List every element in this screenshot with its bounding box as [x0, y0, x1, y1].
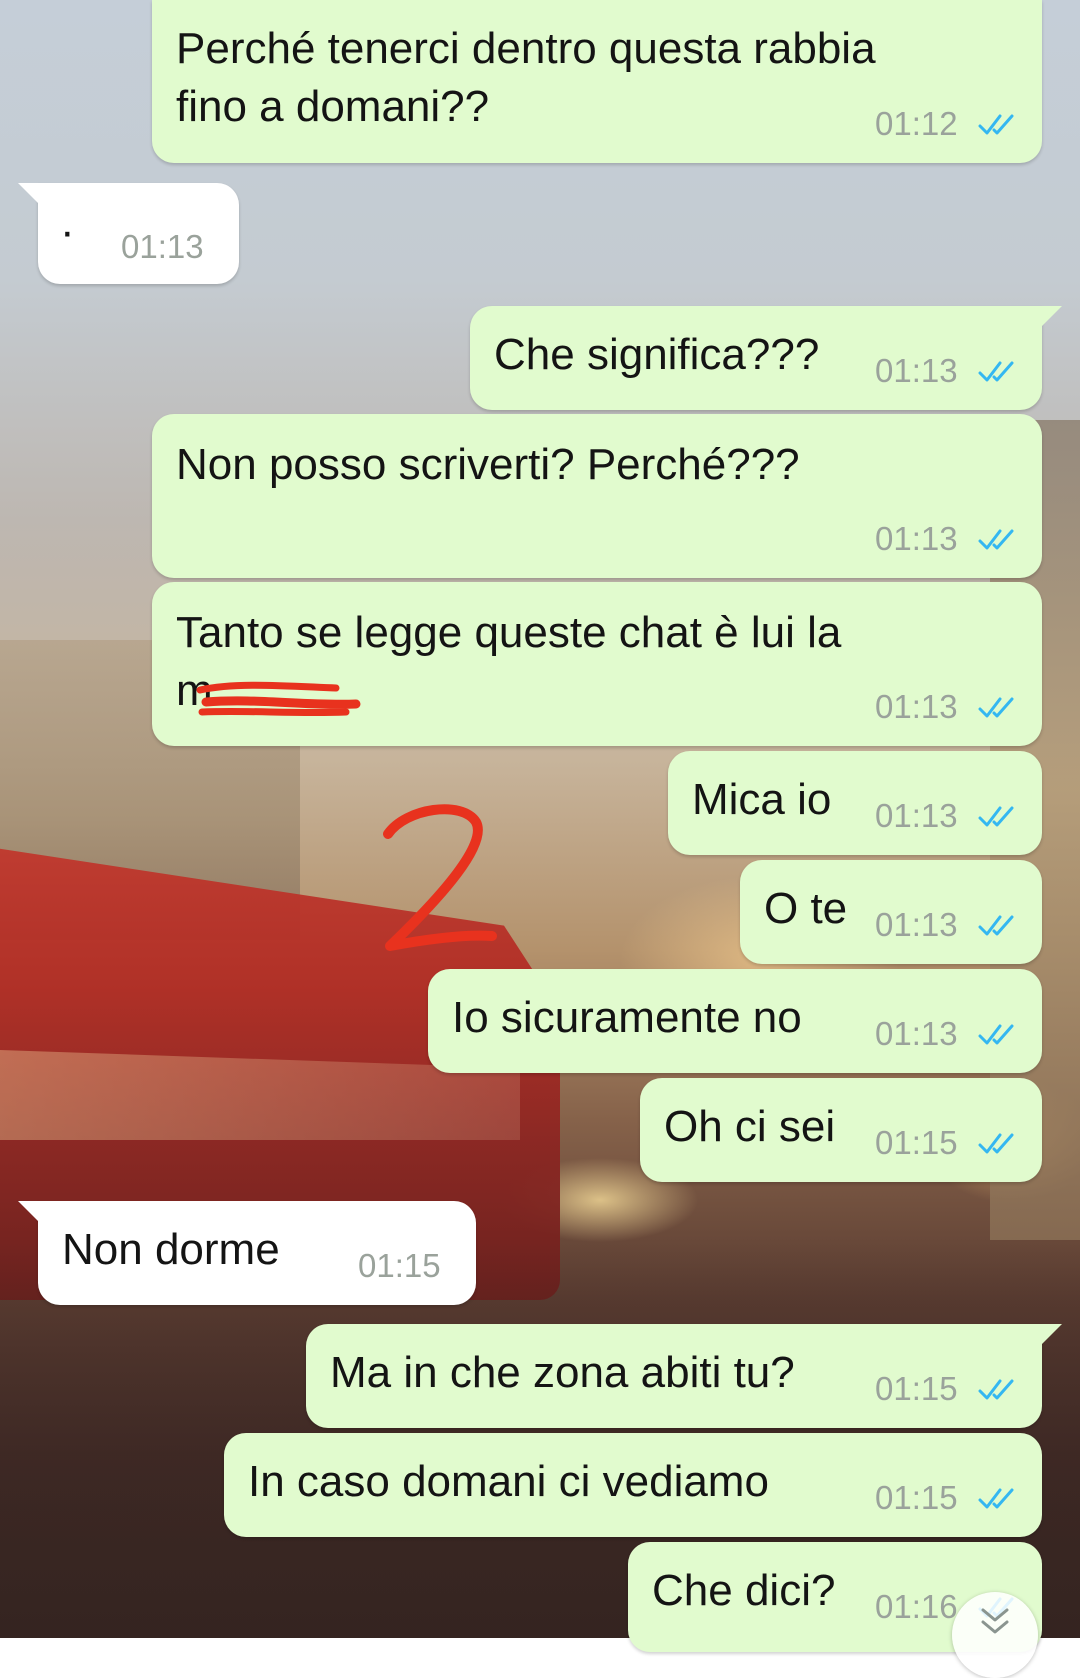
message-text: fino a domani?? — [176, 82, 490, 131]
message-bubble-outgoing[interactable]: Tanto se legge queste chat è lui la m 01… — [152, 582, 1042, 746]
double-check-icon — [978, 1377, 1018, 1403]
message-text: Tanto se legge queste chat è lui la — [176, 608, 842, 657]
message-text: Non dorme — [62, 1225, 280, 1274]
double-check-icon — [978, 1131, 1018, 1157]
message-time: 01:13 — [875, 352, 958, 389]
message-time: 01:13 — [875, 688, 958, 725]
double-check-icon — [978, 1486, 1018, 1512]
scroll-to-bottom-button[interactable] — [952, 1592, 1038, 1678]
message-time: 01:13 — [875, 906, 958, 943]
message-time: 01:15 — [358, 1247, 441, 1284]
message-text: Non posso scriverti? Perché??? — [176, 440, 800, 489]
double-check-icon — [978, 913, 1018, 939]
double-check-icon — [978, 527, 1018, 553]
message-time: 01:13 — [121, 228, 204, 265]
message-bubble-outgoing[interactable]: Io sicuramente no 01:13 — [428, 969, 1042, 1073]
message-bubble-outgoing[interactable]: Ma in che zona abiti tu? 01:15 — [306, 1324, 1062, 1428]
message-time: 01:12 — [875, 105, 958, 142]
message-bubble-outgoing[interactable]: Oh ci sei 01:15 — [640, 1078, 1042, 1182]
double-check-icon — [978, 112, 1018, 138]
message-time: 01:13 — [875, 797, 958, 834]
message-text: · — [60, 207, 75, 256]
message-bubble-outgoing[interactable]: Perché tenerci dentro questa rabbia fino… — [152, 0, 1042, 163]
double-check-icon — [978, 359, 1018, 385]
message-text: O te — [764, 884, 848, 933]
message-time: 01:13 — [875, 520, 958, 557]
message-text: Mica io — [692, 775, 832, 824]
message-text: Io sicuramente no — [452, 993, 802, 1042]
double-check-icon — [978, 1022, 1018, 1048]
message-text: Che significa??? — [494, 330, 820, 379]
message-text: In caso domani ci vediamo — [248, 1457, 769, 1506]
message-time: 01:15 — [875, 1479, 958, 1516]
redaction-scribble — [196, 681, 361, 717]
double-check-icon — [978, 804, 1018, 830]
message-bubble-outgoing[interactable]: O te 01:13 — [740, 860, 1042, 964]
message-bubble-outgoing[interactable]: Che significa??? 01:13 — [470, 306, 1062, 410]
message-time: 01:16 — [875, 1588, 958, 1625]
message-text: Che dici? — [652, 1566, 836, 1615]
double-check-icon — [978, 695, 1018, 721]
message-time: 01:15 — [875, 1370, 958, 1407]
message-bubble-outgoing[interactable]: Non posso scriverti? Perché??? 01:13 — [152, 414, 1042, 578]
message-bubble-outgoing[interactable]: In caso domani ci vediamo 01:15 — [224, 1433, 1042, 1537]
message-bubble-incoming[interactable]: Non dorme 01:15 — [18, 1201, 476, 1305]
message-time: 01:15 — [875, 1124, 958, 1161]
message-time: 01:13 — [875, 1015, 958, 1052]
message-text: Ma in che zona abiti tu? — [330, 1348, 795, 1397]
message-bubble-outgoing[interactable]: Mica io 01:13 — [668, 751, 1042, 855]
message-text: Oh ci sei — [664, 1102, 836, 1151]
annotation-number: 2 — [383, 804, 497, 951]
message-text: Perché tenerci dentro questa rabbia — [176, 24, 876, 73]
chevron-double-down-icon — [981, 1608, 1009, 1634]
message-bubble-incoming[interactable]: · 01:13 — [18, 183, 239, 284]
